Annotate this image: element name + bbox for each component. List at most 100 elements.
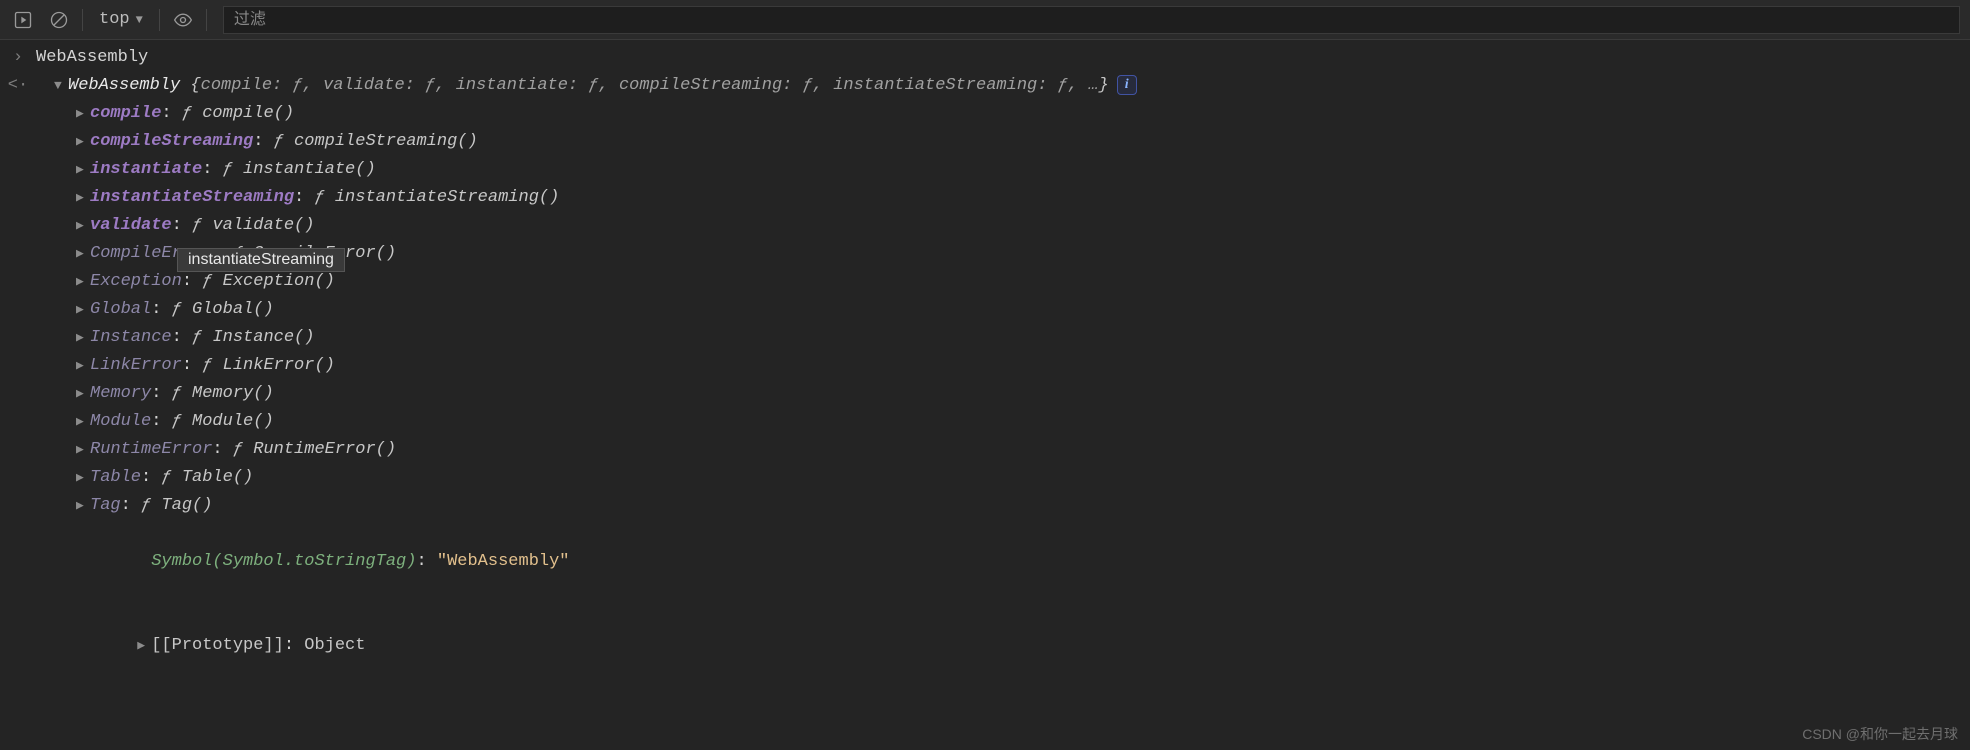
preview-key: validate: [323, 76, 425, 95]
input-expression: WebAssembly [36, 44, 1970, 72]
object-property-row[interactable]: ▶LinkError: ƒ LinkError() [0, 352, 1970, 380]
disclosure-triangle-icon[interactable]: ▼ [54, 72, 68, 100]
clear-console-button[interactable] [46, 7, 72, 33]
property-value: "WebAssembly" [437, 552, 570, 571]
preview-key: instantiate: [456, 76, 589, 95]
object-property-row[interactable]: ▶Memory: ƒ Memory() [0, 380, 1970, 408]
property-key: RuntimeError [90, 440, 212, 459]
disclosure-triangle-icon[interactable]: ▶ [76, 184, 90, 212]
console-input-row: › WebAssembly [0, 44, 1970, 72]
spacer [137, 548, 151, 576]
disclosure-triangle-icon[interactable]: ▶ [76, 212, 90, 240]
disclosure-triangle-icon[interactable]: ▶ [76, 408, 90, 436]
property-key: compileStreaming [90, 132, 253, 151]
property-value: LinkError() [223, 356, 335, 375]
property-key: CompileError [90, 244, 212, 263]
function-token: ƒ [202, 356, 222, 375]
console-output: › WebAssembly <· ▼WebAssembly {compile: … [0, 40, 1970, 688]
property-key: [[Prototype]] [151, 636, 284, 655]
disclosure-triangle-icon[interactable]: ▶ [76, 380, 90, 408]
property-key: Symbol(Symbol.toStringTag) [151, 552, 416, 571]
preview-key: instantiateStreaming: [833, 76, 1057, 95]
disclosure-triangle-icon[interactable]: ▶ [137, 632, 151, 660]
disclosure-triangle-icon[interactable]: ▶ [76, 128, 90, 156]
property-key: Tag [90, 496, 121, 515]
function-token: ƒ [192, 216, 212, 235]
property-key: Exception [90, 272, 182, 291]
property-key: instantiateStreaming [90, 188, 294, 207]
property-value: Tag() [161, 496, 212, 515]
property-value: instantiateStreaming() [335, 188, 559, 207]
property-value: CompileError() [253, 244, 396, 263]
function-token: ƒ [172, 412, 192, 431]
property-value: validate() [212, 216, 314, 235]
disclosure-triangle-icon[interactable]: ▶ [76, 324, 90, 352]
function-token: ƒ [141, 496, 161, 515]
property-value: RuntimeError() [253, 440, 396, 459]
toolbar-separator [159, 9, 160, 31]
object-property-row[interactable]: ▶Instance: ƒ Instance() [0, 324, 1970, 352]
function-token: ƒ [202, 272, 222, 291]
function-token: ƒ [182, 104, 202, 123]
function-token: ƒ [172, 300, 192, 319]
live-expression-button[interactable] [170, 7, 196, 33]
preview-key: compile: [201, 76, 293, 95]
object-property-row[interactable]: ▶Tag: ƒ Tag() [0, 492, 1970, 520]
object-name: WebAssembly [68, 76, 180, 95]
property-key: compile [90, 104, 161, 123]
filter-input[interactable] [223, 6, 1960, 34]
property-key: Instance [90, 328, 172, 347]
toolbar-separator [82, 9, 83, 31]
disclosure-triangle-icon[interactable]: ▶ [76, 436, 90, 464]
object-property-row[interactable]: ▶Table: ƒ Table() [0, 464, 1970, 492]
property-value: Exception() [223, 272, 335, 291]
output-prompt-icon: <· [0, 72, 36, 100]
execute-button[interactable] [10, 7, 36, 33]
object-property-row[interactable]: ▶CompileError: ƒ CompileError() [0, 240, 1970, 268]
property-key: instantiate [90, 160, 202, 179]
object-property-row[interactable]: ▶Module: ƒ Module() [0, 408, 1970, 436]
property-value: Global() [192, 300, 274, 319]
object-property-row[interactable]: Symbol(Symbol.toStringTag): "WebAssembly… [0, 520, 1970, 604]
watermark: CSDN @和你一起去月球 [1802, 724, 1958, 744]
disclosure-triangle-icon[interactable]: ▶ [76, 156, 90, 184]
object-property-row[interactable]: ▶compileStreaming: ƒ compileStreaming() [0, 128, 1970, 156]
object-property-row[interactable]: ▶instantiateStreaming: ƒ instantiateStre… [0, 184, 1970, 212]
console-result-row: <· ▼WebAssembly {compile: ƒ, validate: ƒ… [0, 72, 1970, 100]
object-property-row[interactable]: ▶[[Prototype]]: Object [0, 604, 1970, 688]
preview-key: compileStreaming: [619, 76, 803, 95]
object-property-row[interactable]: ▶Global: ƒ Global() [0, 296, 1970, 324]
disclosure-triangle-icon[interactable]: ▶ [76, 240, 90, 268]
info-icon[interactable]: i [1117, 75, 1137, 95]
disclosure-triangle-icon[interactable]: ▶ [76, 352, 90, 380]
disclosure-triangle-icon[interactable]: ▶ [76, 296, 90, 324]
function-token: ƒ [172, 384, 192, 403]
property-value: compile() [202, 104, 294, 123]
property-key: Module [90, 412, 151, 431]
property-value: Object [304, 636, 365, 655]
object-property-row[interactable]: ▶Exception: ƒ Exception() [0, 268, 1970, 296]
object-property-row[interactable]: ▶validate: ƒ validate() [0, 212, 1970, 240]
property-value: Module() [192, 412, 274, 431]
context-selector-label: top [99, 10, 130, 29]
input-prompt-icon: › [0, 44, 36, 72]
function-token: ƒ [233, 244, 253, 263]
object-property-row[interactable]: ▶compile: ƒ compile() [0, 100, 1970, 128]
toolbar-separator [206, 9, 207, 31]
disclosure-triangle-icon[interactable]: ▶ [76, 492, 90, 520]
disclosure-triangle-icon[interactable]: ▶ [76, 100, 90, 128]
property-value: Instance() [212, 328, 314, 347]
function-token: ƒ [274, 132, 294, 151]
object-summary[interactable]: ▼WebAssembly {compile: ƒ, validate: ƒ, i… [36, 72, 1970, 100]
property-key: Memory [90, 384, 151, 403]
object-property-row[interactable]: ▶RuntimeError: ƒ RuntimeError() [0, 436, 1970, 464]
function-token: ƒ [314, 188, 334, 207]
disclosure-triangle-icon[interactable]: ▶ [76, 464, 90, 492]
function-token: ƒ [233, 440, 253, 459]
disclosure-triangle-icon[interactable]: ▶ [76, 268, 90, 296]
property-value: Memory() [192, 384, 274, 403]
chevron-down-icon: ▼ [136, 13, 143, 27]
object-property-row[interactable]: ▶instantiate: ƒ instantiate() [0, 156, 1970, 184]
filter-field-wrap [223, 6, 1960, 34]
context-selector[interactable]: top ▼ [93, 10, 149, 29]
